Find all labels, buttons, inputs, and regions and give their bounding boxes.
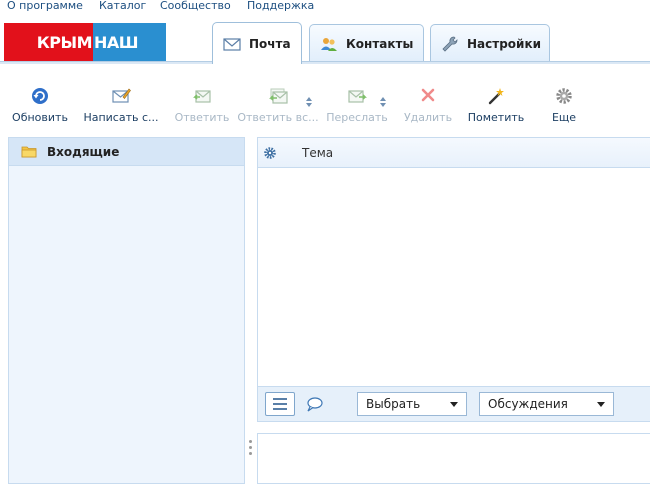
more-label: Еще xyxy=(551,111,577,124)
mark-label: Пометить xyxy=(467,111,525,124)
chevron-down-icon xyxy=(597,402,605,407)
logo[interactable]: КРЫМ НАШ xyxy=(4,23,166,61)
chevron-down-icon xyxy=(450,402,458,407)
threads-dropdown[interactable]: Обсуждения xyxy=(479,392,614,416)
delete-icon xyxy=(421,88,435,102)
reply-all-dropdown-arrow-icon[interactable] xyxy=(305,96,313,108)
threads-view-chat-icon[interactable] xyxy=(305,395,325,413)
sidebar-item-inbox[interactable]: Входящие xyxy=(9,138,244,166)
compose-icon xyxy=(112,88,131,103)
tab-bar-divider xyxy=(0,61,650,64)
select-dropdown-value: Выбрать xyxy=(366,397,421,411)
nav-link-community[interactable]: Сообщество xyxy=(160,0,231,12)
reply-icon xyxy=(193,90,211,103)
column-header-subject[interactable]: Тема xyxy=(302,146,333,160)
message-list: Тема xyxy=(257,137,650,422)
top-nav: О программе Каталог Сообщество Поддержка xyxy=(0,0,650,14)
folder-sidebar: Входящие xyxy=(8,137,245,484)
magic-wand-icon xyxy=(488,88,504,105)
reply-all-icon xyxy=(269,88,288,104)
threads-dropdown-value: Обсуждения xyxy=(488,397,568,411)
forward-icon xyxy=(348,90,367,103)
tab-contacts-label: Контакты xyxy=(346,36,414,51)
list-view-button[interactable] xyxy=(265,392,295,416)
message-list-footer: Выбрать Обсуждения xyxy=(257,386,650,422)
compose-label: Написать с... xyxy=(83,111,159,124)
logo-text-part2: НАШ xyxy=(93,23,166,61)
reply-all-label: Ответить вс... xyxy=(237,111,319,124)
folder-icon xyxy=(21,146,37,158)
tab-mail[interactable]: Почта xyxy=(212,22,302,64)
reply-all-button[interactable]: Ответить вс... xyxy=(236,86,320,130)
contacts-icon xyxy=(321,37,337,51)
delete-label: Удалить xyxy=(403,111,453,124)
logo-text-part1: КРЫМ xyxy=(4,23,93,61)
nav-link-about[interactable]: О программе xyxy=(7,0,83,12)
tab-contacts[interactable]: Контакты xyxy=(309,24,424,62)
message-preview-pane xyxy=(257,433,650,484)
forward-button[interactable]: Переслать xyxy=(324,86,390,130)
refresh-icon xyxy=(32,88,48,104)
mark-button[interactable]: Пометить xyxy=(466,86,526,130)
reply-label: Ответить xyxy=(174,111,230,124)
compose-button[interactable]: Написать с... xyxy=(80,86,162,130)
delete-button[interactable]: Удалить xyxy=(402,86,454,130)
sidebar-item-inbox-label: Входящие xyxy=(47,144,120,159)
forward-dropdown-arrow-icon[interactable] xyxy=(379,96,387,108)
message-list-header: Тема xyxy=(258,138,650,168)
reply-button[interactable]: Ответить xyxy=(172,86,232,130)
tab-settings[interactable]: Настройки xyxy=(430,24,550,62)
list-view-icon xyxy=(273,398,287,410)
select-dropdown[interactable]: Выбрать xyxy=(357,392,467,416)
envelope-icon xyxy=(223,37,241,51)
nav-link-catalog[interactable]: Каталог xyxy=(99,0,146,12)
wrench-icon xyxy=(442,36,458,52)
pane-splitter-handle[interactable] xyxy=(248,440,254,464)
gear-icon xyxy=(556,88,572,104)
tab-mail-label: Почта xyxy=(249,36,291,51)
tab-settings-label: Настройки xyxy=(467,36,542,51)
refresh-button[interactable]: Обновить xyxy=(10,86,70,130)
refresh-label: Обновить xyxy=(12,111,68,124)
forward-label: Переслать xyxy=(326,111,388,124)
more-button[interactable]: Еще xyxy=(546,86,582,130)
list-options-gear-icon[interactable] xyxy=(263,146,277,160)
nav-link-support[interactable]: Поддержка xyxy=(247,0,314,12)
